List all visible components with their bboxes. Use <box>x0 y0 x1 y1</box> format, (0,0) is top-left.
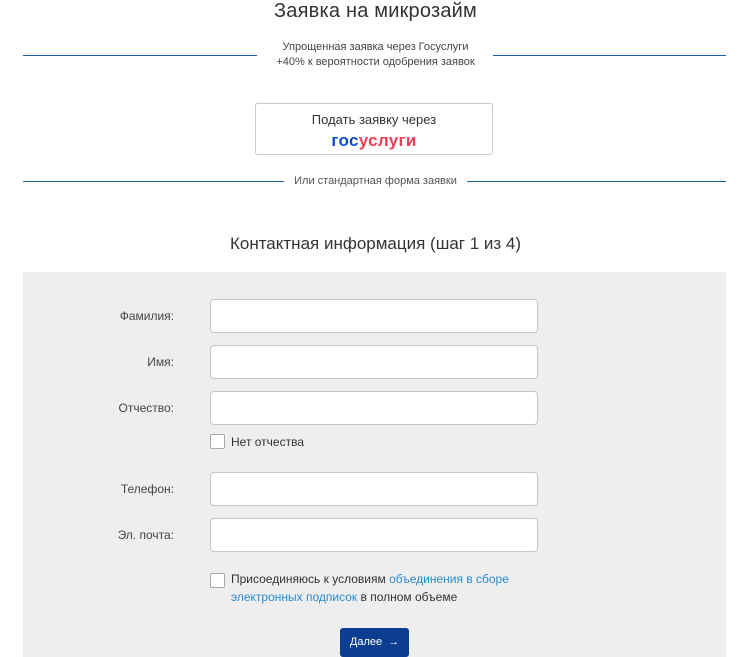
no-middlename-label: Нет отчества <box>231 435 305 449</box>
email-field[interactable] <box>210 518 538 552</box>
agree-link-line1[interactable]: объединения в сборе <box>389 572 509 586</box>
alt-form-text: Или стандартная форма заявки <box>0 174 751 188</box>
gosuslugi-logo: госуслуги <box>256 131 492 151</box>
agree-text-before: Присоединяюсь к условиям <box>231 572 390 586</box>
gosuslugi-button-label: Подать заявку через <box>311 112 437 127</box>
no-middlename-checkbox[interactable] <box>210 434 225 449</box>
email-label: Эл. почта: <box>117 528 174 542</box>
firstname-label: Имя: <box>147 355 174 369</box>
step-title: Контактная информация (шаг 1 из 4) <box>229 234 522 253</box>
next-button-label: Далее <box>349 636 383 648</box>
arrow-right-icon: → <box>388 636 400 648</box>
agree-text: Присоединяюсь к условиям объединения в с… <box>231 570 561 606</box>
gosuslugi-logo-part2: услуги <box>358 131 417 150</box>
phone-field[interactable] <box>210 472 538 506</box>
agree-text-after: в полном объеме <box>357 590 458 604</box>
alt-form-text-label: Или стандартная форма заявки <box>284 175 467 187</box>
form-panel: Фамилия: Имя: Отчество: Нет отчества Тел… <box>23 272 726 657</box>
middlename-field[interactable] <box>210 391 538 425</box>
page-title: Заявка на микрозайм <box>274 0 477 22</box>
gosuslugi-logo-part1: гос <box>331 131 359 150</box>
agree-checkbox[interactable] <box>210 573 225 588</box>
gosuslugi-button[interactable]: Подать заявку через госуслуги <box>255 103 493 155</box>
next-button[interactable]: Далее → <box>340 628 409 657</box>
middlename-label: Отчество: <box>118 401 175 415</box>
subtitle-line1: Упрощенная заявка через Госуслуги <box>282 41 469 53</box>
subtitle: Упрощенная заявка через Госуслуги +40% к… <box>0 40 751 70</box>
phone-label: Телефон: <box>120 482 174 496</box>
lastname-field[interactable] <box>210 299 538 333</box>
firstname-field[interactable] <box>210 345 538 379</box>
subtitle-line2: +40% к вероятности одобрения заявок <box>276 56 475 68</box>
lastname-label: Фамилия: <box>119 309 174 323</box>
agree-link-line2[interactable]: электронных подписок <box>231 590 357 604</box>
